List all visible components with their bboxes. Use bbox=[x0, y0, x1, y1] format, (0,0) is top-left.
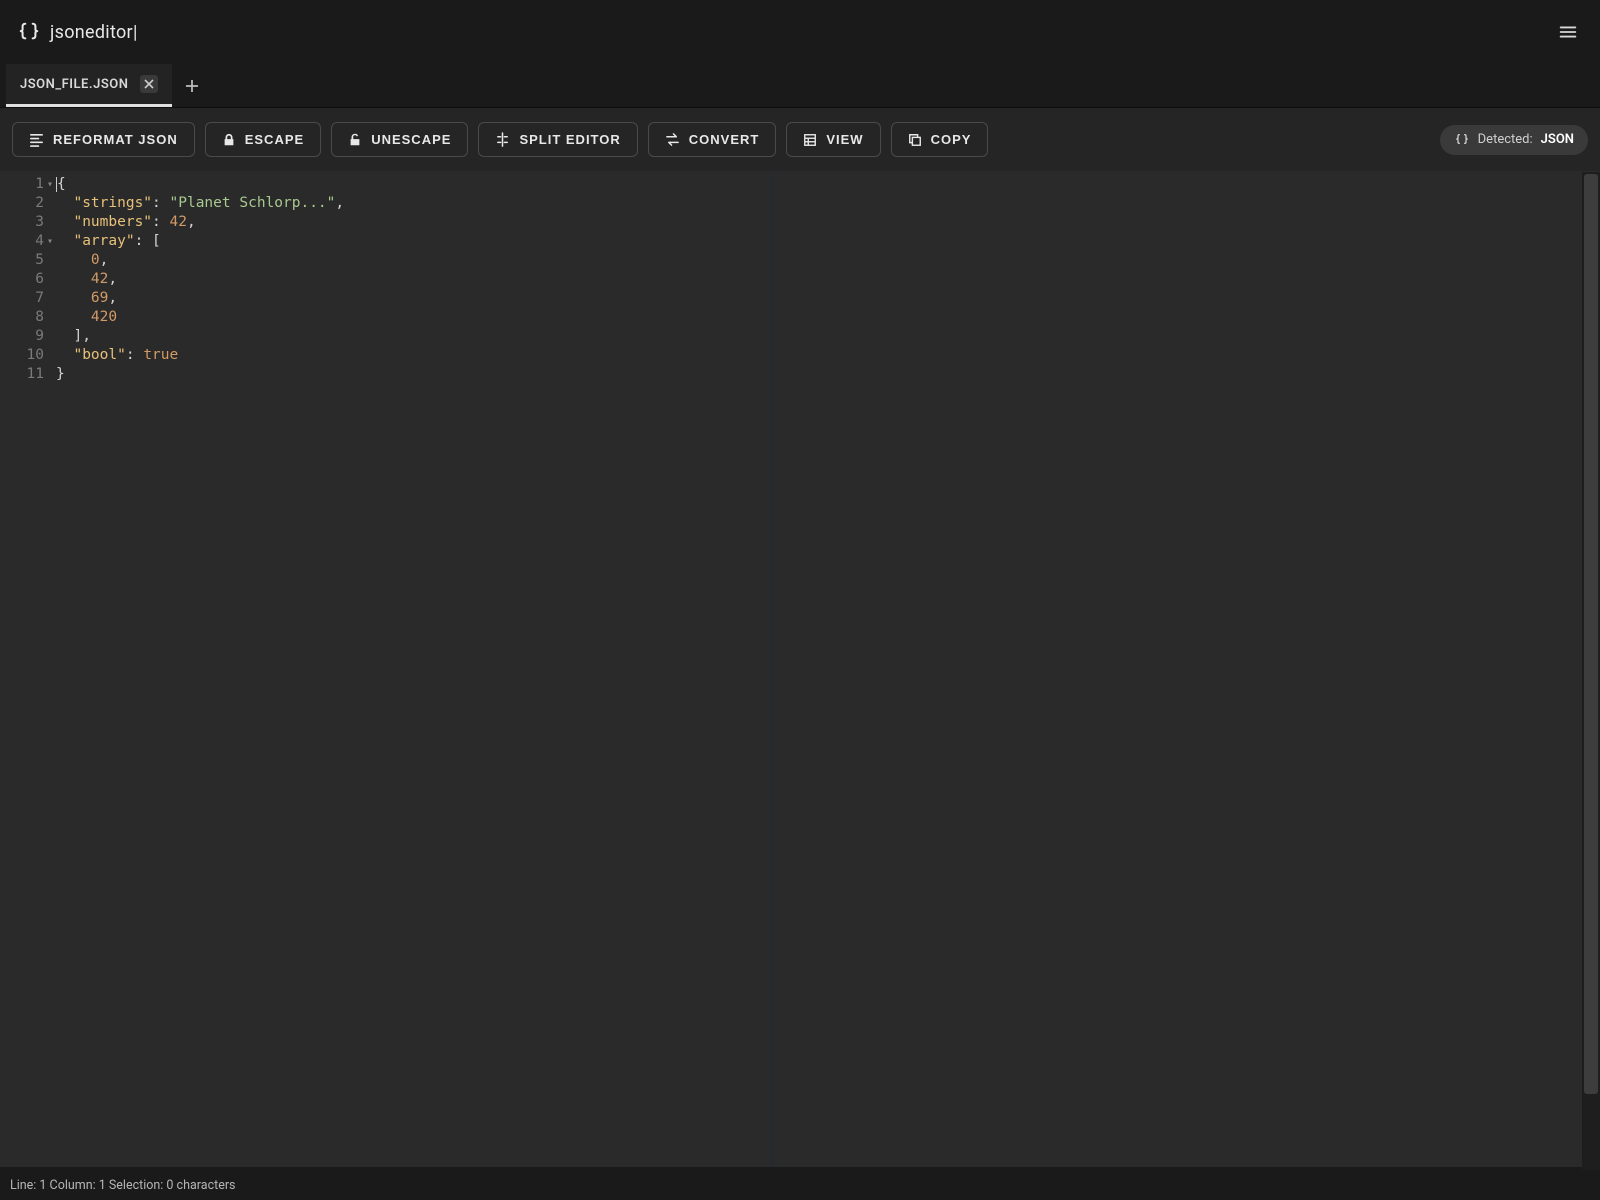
code-line[interactable]: "numbers": 42, bbox=[56, 213, 1600, 232]
tab-add-button[interactable] bbox=[172, 64, 212, 107]
scrollbar-thumb[interactable] bbox=[1584, 174, 1598, 1094]
detected-prefix: Detected: bbox=[1478, 132, 1533, 147]
tab-label: JSON_FILE.JSON bbox=[20, 77, 128, 92]
status-text: Line: 1 Column: 1 Selection: 0 character… bbox=[10, 1178, 236, 1193]
tab-close-button[interactable] bbox=[140, 75, 158, 93]
button-label: REFORMAT JSON bbox=[53, 132, 178, 147]
button-label: VIEW bbox=[826, 132, 863, 147]
code-line[interactable]: { bbox=[56, 175, 1600, 194]
lock-icon bbox=[222, 133, 236, 147]
statusbar: Line: 1 Column: 1 Selection: 0 character… bbox=[0, 1170, 1600, 1200]
code-line[interactable]: 0, bbox=[56, 251, 1600, 270]
app-title: jsoneditor| bbox=[50, 22, 138, 43]
vertical-scrollbar[interactable] bbox=[1582, 172, 1600, 1170]
line-number: 5 bbox=[0, 251, 50, 270]
button-label: CONVERT bbox=[689, 132, 760, 147]
unescape-button[interactable]: UNESCAPE bbox=[331, 122, 468, 157]
titlebar: jsoneditor| bbox=[0, 0, 1600, 64]
button-label: UNESCAPE bbox=[371, 132, 451, 147]
code-pane[interactable]: { "strings": "Planet Schlorp...", "numbe… bbox=[50, 171, 1600, 1167]
line-number: 8 bbox=[0, 308, 50, 327]
braces-logo-icon bbox=[18, 21, 40, 43]
line-number: 1▾ bbox=[0, 175, 50, 194]
detected-format-pill: Detected: JSON bbox=[1440, 125, 1588, 155]
split-icon bbox=[495, 132, 510, 147]
convert-button[interactable]: CONVERT bbox=[648, 122, 777, 157]
menu-button[interactable] bbox=[1554, 18, 1582, 46]
grid-icon bbox=[803, 133, 817, 147]
escape-button[interactable]: ESCAPE bbox=[205, 122, 321, 157]
line-number: 4▾ bbox=[0, 232, 50, 251]
button-label: SPLIT EDITOR bbox=[519, 132, 620, 147]
code-line[interactable]: "bool": true bbox=[56, 346, 1600, 365]
toolbar: REFORMAT JSON ESCAPE UNESCAPE SPLIT EDIT… bbox=[0, 108, 1600, 171]
line-number-gutter: 1▾234▾567891011 bbox=[0, 171, 50, 1167]
unlock-icon bbox=[348, 133, 362, 147]
tabs-row: JSON_FILE.JSON bbox=[0, 64, 1600, 108]
button-label: COPY bbox=[931, 132, 972, 147]
toolbar-left: REFORMAT JSON ESCAPE UNESCAPE SPLIT EDIT… bbox=[12, 122, 988, 157]
code-line[interactable]: 42, bbox=[56, 270, 1600, 289]
line-number: 7 bbox=[0, 289, 50, 308]
line-number: 11 bbox=[0, 365, 50, 384]
align-left-icon bbox=[29, 132, 44, 147]
split-editor-button[interactable]: SPLIT EDITOR bbox=[478, 122, 637, 157]
copy-button[interactable]: COPY bbox=[891, 122, 989, 157]
code-line[interactable]: "array": [ bbox=[56, 232, 1600, 251]
line-number: 2 bbox=[0, 194, 50, 213]
swap-icon bbox=[665, 132, 680, 147]
line-number: 6 bbox=[0, 270, 50, 289]
code-line[interactable]: 69, bbox=[56, 289, 1600, 308]
code-braces-icon bbox=[1454, 132, 1470, 148]
titlebar-left: jsoneditor| bbox=[18, 21, 138, 43]
code-line[interactable]: } bbox=[56, 365, 1600, 384]
tab-json-file[interactable]: JSON_FILE.JSON bbox=[6, 64, 172, 107]
copy-icon bbox=[908, 133, 922, 147]
line-number: 10 bbox=[0, 346, 50, 365]
reformat-button[interactable]: REFORMAT JSON bbox=[12, 122, 195, 157]
code-line[interactable]: 420 bbox=[56, 308, 1600, 327]
editor-area[interactable]: 1▾234▾567891011 { "strings": "Planet Sch… bbox=[0, 171, 1600, 1167]
view-button[interactable]: VIEW bbox=[786, 122, 880, 157]
line-number: 9 bbox=[0, 327, 50, 346]
code-line[interactable]: "strings": "Planet Schlorp...", bbox=[56, 194, 1600, 213]
detected-format: JSON bbox=[1541, 132, 1574, 147]
code-line[interactable]: ], bbox=[56, 327, 1600, 346]
button-label: ESCAPE bbox=[245, 132, 304, 147]
line-number: 3 bbox=[0, 213, 50, 232]
